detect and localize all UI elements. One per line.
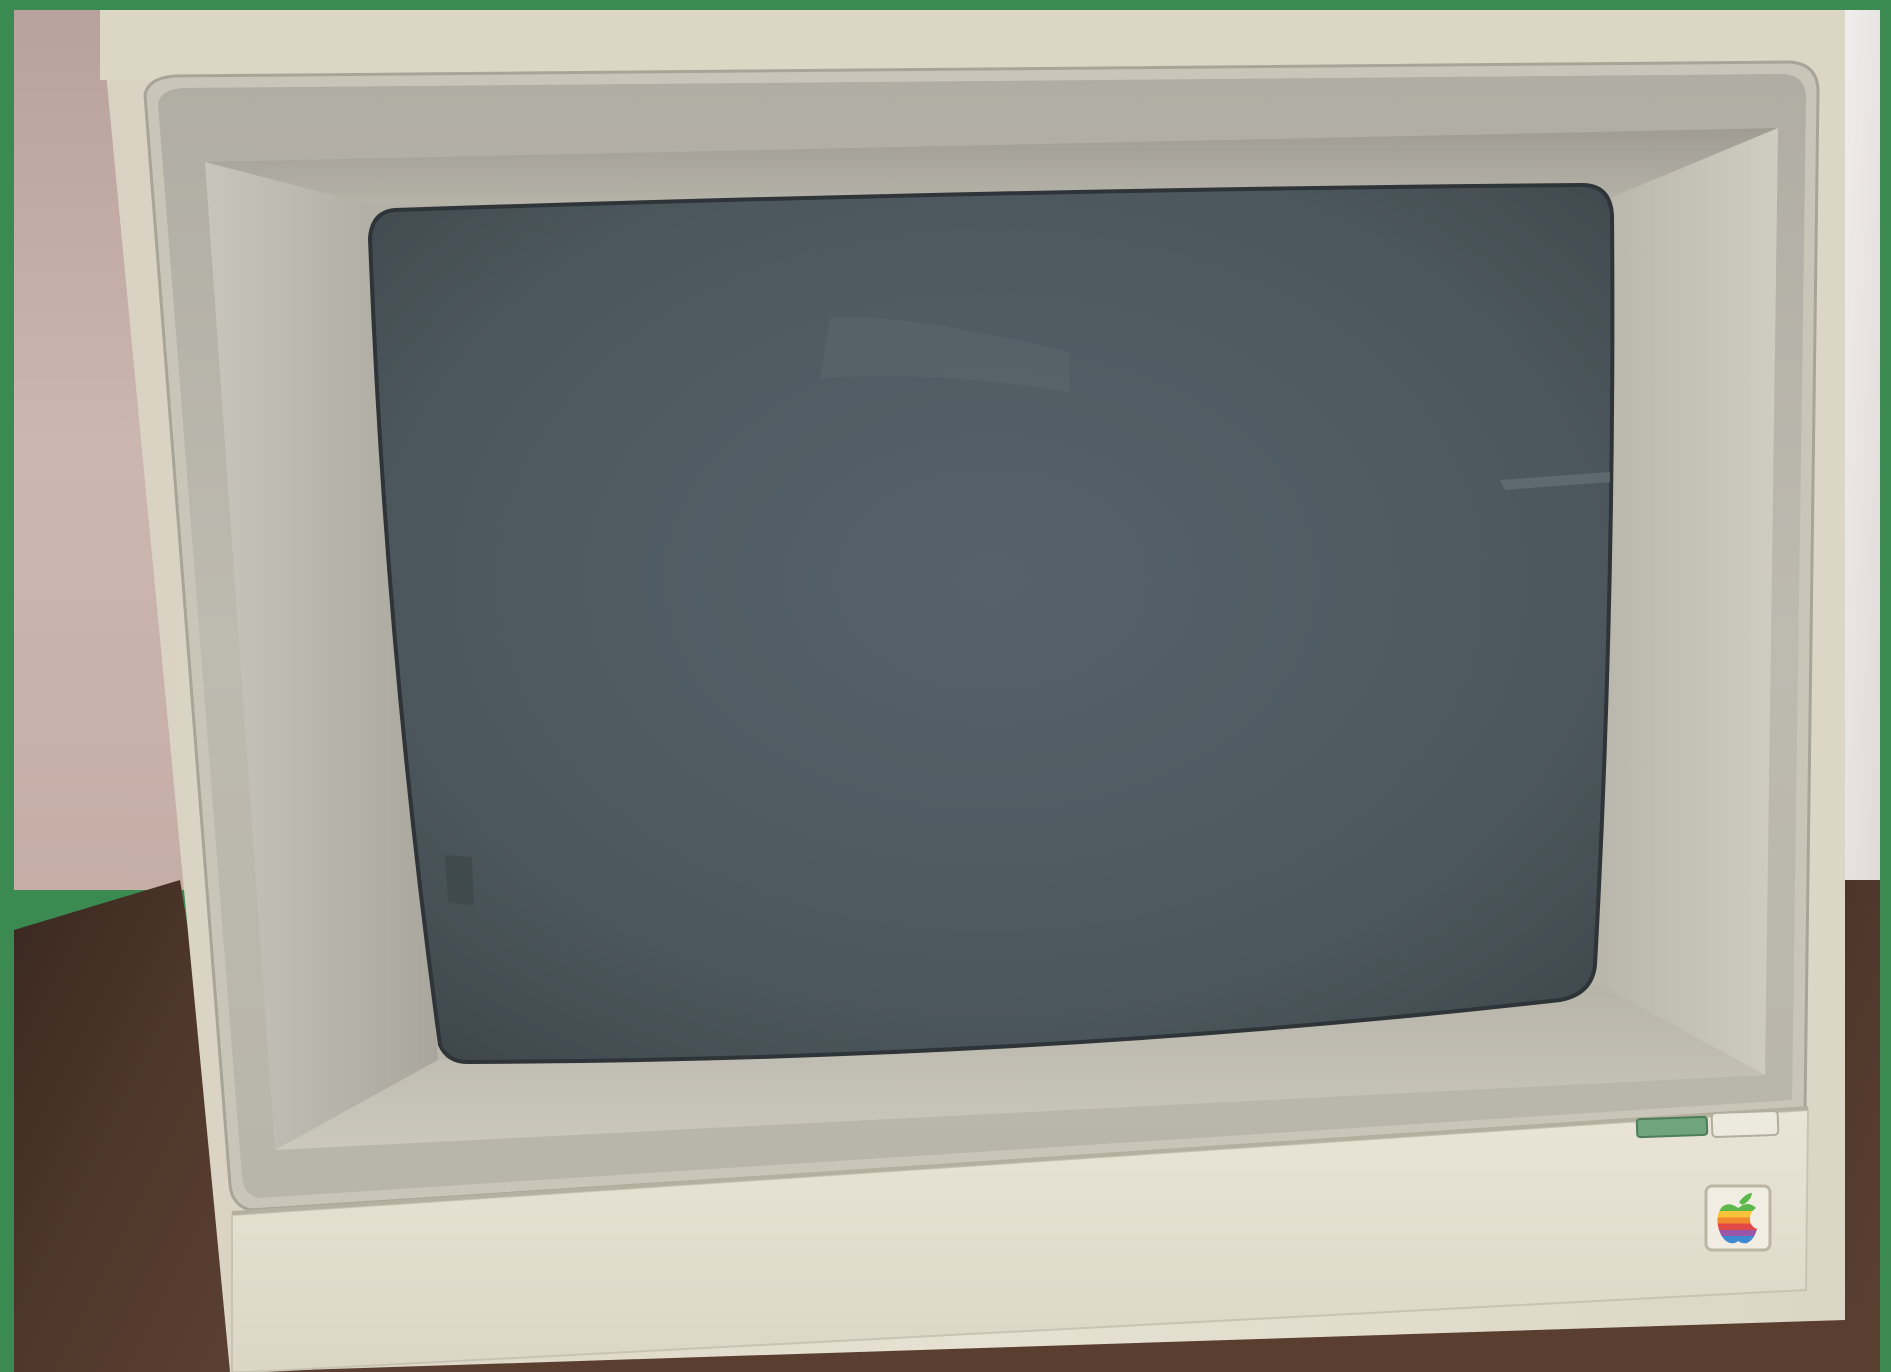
photo-scene xyxy=(0,0,1891,1372)
power-led-icon xyxy=(1635,1115,1709,1139)
screen-reflection-3 xyxy=(445,855,474,905)
rainbow-apple-logo-icon xyxy=(1704,1184,1772,1252)
wall-right-background xyxy=(1840,10,1880,890)
crt-screen xyxy=(367,182,1615,1065)
monitor-photo xyxy=(0,0,1891,1372)
bezel-recess-right xyxy=(1600,128,1778,1075)
power-button-icon[interactable] xyxy=(1710,1109,1780,1139)
